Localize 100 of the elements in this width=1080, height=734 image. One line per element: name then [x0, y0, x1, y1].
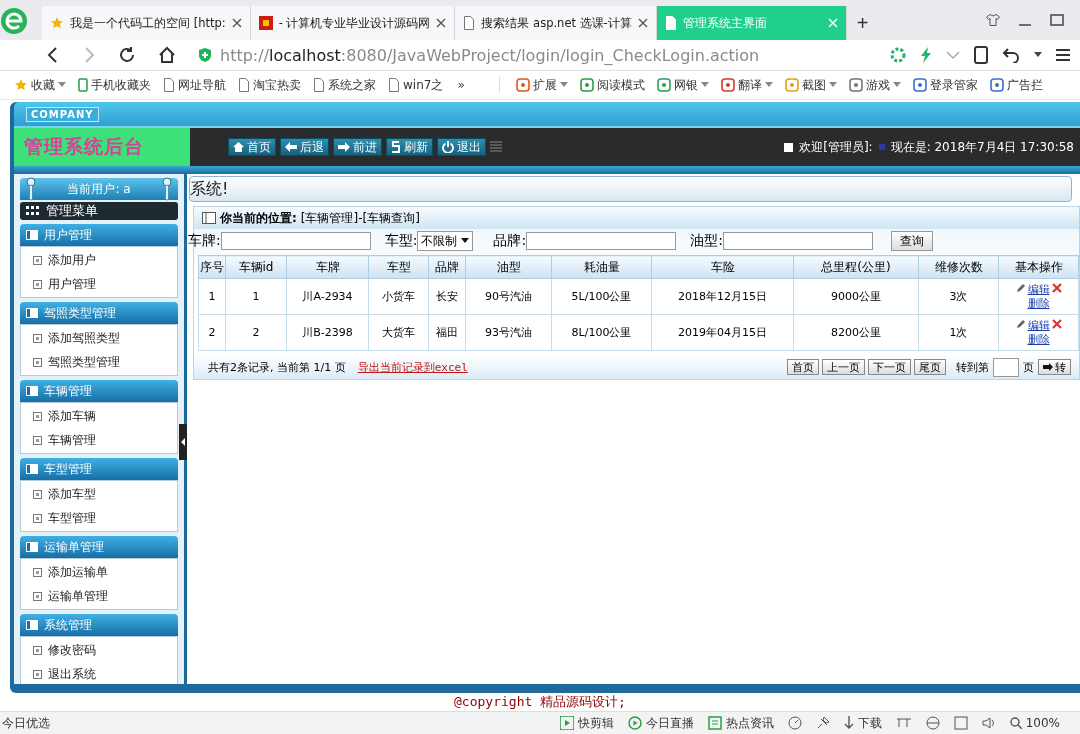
- nav-button[interactable]: 后退: [280, 138, 329, 156]
- close-icon[interactable]: [436, 18, 447, 28]
- bookmark-link[interactable]: 网银: [656, 76, 709, 94]
- collapse-handle-icon[interactable]: [179, 424, 187, 460]
- menu-group-header[interactable]: 系统管理: [20, 614, 178, 636]
- action-link[interactable]: 编辑: [1027, 282, 1050, 297]
- pager-button[interactable]: 尾页: [914, 359, 946, 375]
- menu-item[interactable]: 修改密码: [21, 638, 177, 662]
- field-label: 车型:: [384, 232, 418, 250]
- bookmark-link[interactable]: 扩展: [515, 76, 568, 94]
- close-icon[interactable]: [231, 18, 242, 28]
- menu-group-header[interactable]: 车辆管理: [20, 380, 178, 402]
- browser-tab[interactable]: - 计算机专业毕业设计源码网: [250, 6, 456, 40]
- grid-icon: [26, 206, 40, 216]
- menu-item[interactable]: 添加运输单: [21, 560, 177, 584]
- go-button[interactable]: 转: [1038, 359, 1071, 375]
- pencil-icon: [1015, 318, 1026, 329]
- table-cell: 9000公里: [793, 278, 919, 315]
- bookmark-link[interactable]: 淘宝热卖: [238, 76, 301, 94]
- pager-button[interactable]: 上一页: [822, 359, 865, 375]
- browser-tab[interactable]: 搜索结果 asp.net 选课-计算: [455, 6, 657, 40]
- pencil-icon: [1015, 282, 1026, 293]
- skin-icon[interactable]: [986, 14, 1000, 26]
- square-icon: [33, 435, 42, 445]
- browser-logo-icon: [0, 6, 28, 36]
- input-field[interactable]: [220, 232, 371, 250]
- menu-item[interactable]: 驾照类型管理: [21, 350, 177, 374]
- extension-icon: [579, 78, 594, 92]
- new-tab-button[interactable]: +: [846, 6, 879, 40]
- goto-label: 转到第: [956, 359, 989, 375]
- status-item[interactable]: 热点资讯: [707, 714, 774, 732]
- menu-item[interactable]: 添加车辆: [21, 404, 177, 428]
- input-field[interactable]: [722, 232, 873, 250]
- dropdown[interactable]: 不限制: [417, 231, 474, 251]
- delete-icon[interactable]: [1051, 282, 1062, 293]
- undo-icon[interactable]: [1002, 47, 1020, 63]
- browser-tab[interactable]: 我是一个代码工的空间 [http:: [42, 6, 251, 40]
- table-cell: 1次: [918, 314, 999, 351]
- goto-suffix: 页: [1023, 359, 1034, 375]
- menu-icon[interactable]: [1056, 48, 1070, 62]
- speed-icon[interactable]: [787, 716, 802, 730]
- nav-button[interactable]: 前进: [333, 138, 382, 156]
- page-input[interactable]: [993, 357, 1019, 377]
- menu-item[interactable]: 用户管理: [21, 272, 177, 296]
- search-button[interactable]: 查询: [890, 231, 933, 251]
- bookmark-link[interactable]: 收藏: [14, 76, 66, 94]
- menu-item[interactable]: 车型管理: [21, 506, 177, 530]
- table-cell: 小货车: [368, 278, 429, 315]
- bookmark-link[interactable]: 翻译: [720, 76, 773, 94]
- action-link[interactable]: 删除: [1027, 332, 1050, 347]
- maximize-icon[interactable]: [1050, 14, 1064, 26]
- delete-icon[interactable]: [1051, 318, 1062, 329]
- column-header: 车险: [651, 255, 794, 279]
- bookmark-link[interactable]: 广告拦: [989, 76, 1043, 94]
- extension-icon: [784, 78, 799, 92]
- pager-button[interactable]: 下一页: [868, 359, 911, 375]
- more-bookmarks-button[interactable]: »: [457, 78, 465, 92]
- bookmark-link[interactable]: 网址导航: [163, 76, 226, 94]
- status-item[interactable]: 今日直播: [627, 714, 694, 732]
- nav-button[interactable]: 退出: [437, 138, 486, 156]
- home-icon[interactable]: [158, 46, 176, 64]
- phone-icon[interactable]: [974, 46, 988, 64]
- reload-icon[interactable]: [118, 46, 136, 64]
- bolt-icon[interactable]: [920, 47, 932, 63]
- action-link[interactable]: 编辑: [1027, 318, 1050, 333]
- panel-icon: [26, 308, 38, 318]
- menu-item[interactable]: 添加驾照类型: [21, 326, 177, 350]
- bookmark-link[interactable]: 阅读模式: [579, 76, 645, 94]
- browser-icon[interactable]: [925, 716, 940, 730]
- export-link[interactable]: 导出当前记录到excel: [357, 359, 468, 375]
- bookmark-link[interactable]: 截图: [784, 76, 837, 94]
- bookmark-link[interactable]: 手机收藏夹: [78, 76, 151, 94]
- column-header: 油型: [465, 255, 552, 279]
- current-user-text: 当前用户: a: [67, 180, 131, 198]
- download-button[interactable]: 下载: [843, 714, 882, 732]
- table-cell: 3次: [918, 278, 999, 315]
- menu-item[interactable]: 车辆管理: [21, 428, 177, 452]
- square-icon: [33, 357, 42, 367]
- bookmark-link[interactable]: 游戏: [848, 76, 901, 94]
- location-path: [车辆管理]-[车辆查询]: [300, 209, 420, 227]
- url-text[interactable]: http://localhost:8080/JavaWebProject/login/login_CheckLogin.action: [220, 45, 868, 65]
- bookmark-link[interactable]: 系统之家: [313, 76, 376, 94]
- menu-item[interactable]: 添加用户: [21, 248, 177, 272]
- arrow-left-icon: [285, 142, 297, 152]
- action-link[interactable]: 删除: [1027, 296, 1050, 311]
- speaker-icon[interactable]: [981, 716, 996, 730]
- menu-item[interactable]: 退出系统: [21, 662, 177, 684]
- close-icon[interactable]: [637, 18, 648, 28]
- input-field[interactable]: [526, 232, 677, 250]
- menu-item[interactable]: 添加车型: [21, 482, 177, 506]
- pager-button[interactable]: 首页: [787, 359, 819, 375]
- nav-button[interactable]: 刷新: [386, 138, 433, 156]
- bookmark-link[interactable]: 登录管家: [912, 76, 978, 94]
- status-item[interactable]: 快剪辑: [559, 714, 614, 732]
- nav-button[interactable]: 首页: [228, 138, 276, 156]
- menu-item[interactable]: 运输单管理: [21, 584, 177, 608]
- square-icon: [33, 279, 42, 289]
- zoom-control[interactable]: 100%: [1009, 716, 1060, 730]
- bookmark-link[interactable]: win7之: [388, 76, 444, 94]
- back-icon[interactable]: [46, 47, 60, 63]
